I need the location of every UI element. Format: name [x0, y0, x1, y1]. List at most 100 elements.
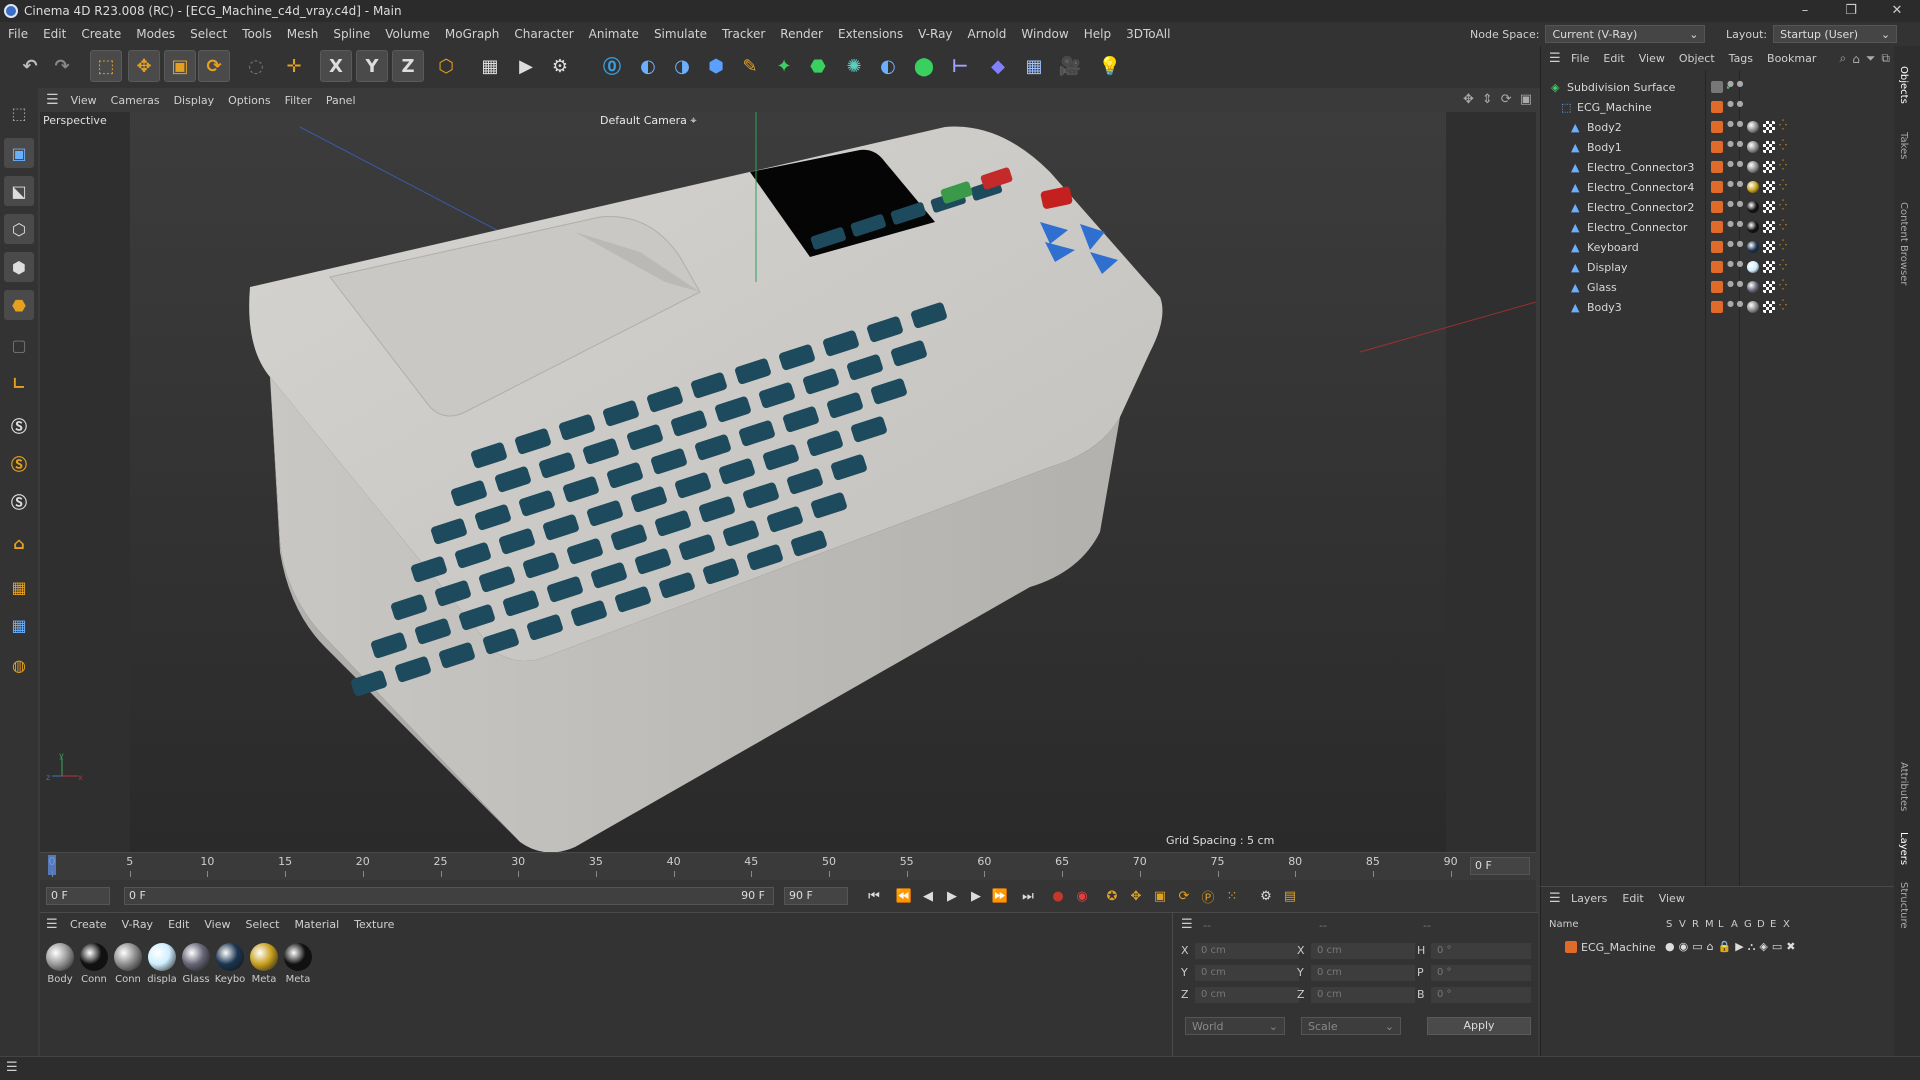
- viewport-menu-options[interactable]: Options: [228, 94, 270, 107]
- key-position-icon[interactable]: ✥: [1124, 885, 1148, 907]
- coord-size-field[interactable]: 0 cm: [1311, 965, 1415, 981]
- visibility-dots-icon[interactable]: ● ●: [1727, 100, 1744, 108]
- layer-row[interactable]: ECG_Machine ●◉▭⌂🔒▶⛬◈▭✖: [1541, 937, 1895, 957]
- uvw-tag-icon[interactable]: [1763, 161, 1775, 173]
- layer-color-tag[interactable]: [1711, 261, 1723, 273]
- coord-position-field[interactable]: 0 cm: [1195, 943, 1299, 959]
- visibility-dots-icon[interactable]: ● ●: [1727, 240, 1744, 248]
- visibility-dots-icon[interactable]: ● ●: [1727, 140, 1744, 148]
- menu-tracker[interactable]: Tracker: [722, 27, 765, 41]
- menu-v-ray[interactable]: V-Ray: [918, 27, 952, 41]
- object-row[interactable]: ▲ Electro_Connector ● ● ⁛: [1541, 218, 1895, 238]
- frame-range-slider[interactable]: 0 F 90 F: [124, 887, 774, 905]
- menu-help[interactable]: Help: [1084, 27, 1111, 41]
- layer-column-header[interactable]: G: [1744, 919, 1752, 930]
- object-row[interactable]: ▲ Electro_Connector4 ● ● ⁛: [1541, 178, 1895, 198]
- lock-workplane-icon[interactable]: ◍: [4, 650, 34, 680]
- z-axis-icon[interactable]: Z: [392, 50, 424, 82]
- layer-color-swatch[interactable]: [1565, 941, 1577, 953]
- range-end-field[interactable]: 90 F: [784, 887, 848, 905]
- points-mode-icon[interactable]: ⬡: [4, 214, 34, 244]
- menu-window[interactable]: Window: [1021, 27, 1068, 41]
- world-coordinates-icon[interactable]: ⬡: [430, 50, 462, 82]
- goto-start-icon[interactable]: ⏮: [862, 885, 886, 907]
- object-menu-bookmar[interactable]: Bookmar: [1767, 52, 1816, 65]
- home-icon[interactable]: ⌂: [1852, 52, 1860, 66]
- maximize-button[interactable]: ❐: [1828, 0, 1874, 22]
- object-row[interactable]: ▲ Electro_Connector2 ● ● ⁛: [1541, 198, 1895, 218]
- timeline-ruler[interactable]: 051015202530354045505560657075808590 0 F: [40, 852, 1536, 880]
- minimize-button[interactable]: –: [1782, 0, 1828, 22]
- menu-animate[interactable]: Animate: [589, 27, 639, 41]
- material-menu-texture[interactable]: Texture: [354, 918, 394, 931]
- scale-icon[interactable]: ▣: [164, 50, 196, 82]
- object-menu-tags[interactable]: Tags: [1729, 52, 1753, 65]
- hamburger-icon[interactable]: ☰: [6, 1060, 18, 1075]
- menu-volume[interactable]: Volume: [385, 27, 430, 41]
- menu-simulate[interactable]: Simulate: [654, 27, 707, 41]
- hamburger-icon[interactable]: ☰: [1549, 891, 1561, 906]
- search-icon[interactable]: ⌕: [1839, 51, 1846, 66]
- uvw-tag-icon[interactable]: [1763, 281, 1775, 293]
- spline-icon[interactable]: ⊢: [944, 50, 976, 82]
- y-axis-icon[interactable]: Y: [356, 50, 388, 82]
- menu-spline[interactable]: Spline: [333, 27, 370, 41]
- apply-button[interactable]: Apply: [1427, 1017, 1531, 1035]
- rotate-icon[interactable]: ⟳: [198, 50, 230, 82]
- layer-column-header[interactable]: Name: [1549, 919, 1579, 930]
- visibility-dots-icon[interactable]: ● ●: [1727, 300, 1744, 308]
- object-row[interactable]: ⬚ ECG_Machine ● ●: [1541, 98, 1895, 118]
- material-tag-icon[interactable]: [1747, 161, 1759, 173]
- object-row[interactable]: ▲ Keyboard ● ● ⁛: [1541, 238, 1895, 258]
- key-rotation-icon[interactable]: ⟳: [1172, 885, 1196, 907]
- material-tag-icon[interactable]: [1747, 221, 1759, 233]
- layer-column-header[interactable]: R: [1692, 919, 1699, 930]
- visibility-dots-icon[interactable]: ● ●: [1727, 180, 1744, 188]
- uvw-tag-icon[interactable]: [1763, 241, 1775, 253]
- layer-column-header[interactable]: X: [1783, 919, 1790, 930]
- phong-tag-icon[interactable]: ⁛: [1779, 200, 1787, 211]
- layer-column-header[interactable]: S: [1666, 919, 1672, 930]
- render-settings-icon[interactable]: ⚙: [544, 50, 576, 82]
- render-view-icon[interactable]: ▶: [510, 50, 542, 82]
- menu-edit[interactable]: Edit: [43, 27, 66, 41]
- layer-color-tag[interactable]: [1711, 221, 1723, 233]
- layer-column-header[interactable]: M: [1705, 919, 1714, 930]
- python2-icon[interactable]: ◑: [666, 50, 698, 82]
- side-tab-structure[interactable]: Structure: [1898, 882, 1909, 929]
- x-axis-icon[interactable]: X: [320, 50, 352, 82]
- scale-select[interactable]: Scale ⌄: [1301, 1017, 1401, 1035]
- keyframe-selection-icon[interactable]: ✪: [1100, 885, 1124, 907]
- field-icon[interactable]: ◆: [982, 50, 1014, 82]
- python3-icon[interactable]: ◐: [872, 50, 904, 82]
- visibility-dots-icon[interactable]: ● ●: [1727, 120, 1744, 128]
- menu-extensions[interactable]: Extensions: [838, 27, 903, 41]
- material-tag-icon[interactable]: [1747, 141, 1759, 153]
- material-menu-v-ray[interactable]: V-Ray: [122, 918, 154, 931]
- layer-column-header[interactable]: D: [1757, 919, 1765, 930]
- side-tab-attributes[interactable]: Attributes: [1898, 762, 1909, 811]
- phong-tag-icon[interactable]: ⁛: [1779, 220, 1787, 231]
- snap-icon[interactable]: Ⓢ: [4, 410, 34, 440]
- cloner-icon[interactable]: ✦: [768, 50, 800, 82]
- snap-settings-icon[interactable]: Ⓢ: [4, 448, 34, 478]
- visibility-dots-icon[interactable]: ● ●: [1727, 160, 1744, 168]
- menu-mograph[interactable]: MoGraph: [445, 27, 500, 41]
- layer-color-tag[interactable]: [1711, 121, 1723, 133]
- layer-color-tag[interactable]: [1711, 301, 1723, 313]
- edges-mode-icon[interactable]: ⬢: [4, 252, 34, 282]
- workplane-icon[interactable]: ▦: [4, 572, 34, 602]
- play-icon[interactable]: ▶: [940, 885, 964, 907]
- material-menu-create[interactable]: Create: [70, 918, 107, 931]
- phong-tag-icon[interactable]: ⁛: [1779, 120, 1787, 131]
- pan-icon[interactable]: ✥: [1463, 92, 1474, 107]
- coord-size-field[interactable]: 0 cm: [1311, 987, 1415, 1003]
- material-tag-icon[interactable]: [1747, 301, 1759, 313]
- material-swatch[interactable]: Conn: [112, 943, 144, 985]
- prev-frame-icon[interactable]: ◀: [916, 885, 940, 907]
- object-row[interactable]: ▲ Body2 ● ● ⁛: [1541, 118, 1895, 138]
- layer-column-header[interactable]: V: [1679, 919, 1686, 930]
- hamburger-icon[interactable]: ☰: [46, 917, 58, 932]
- coord-rotation-field[interactable]: 0 °: [1431, 965, 1531, 981]
- pen-icon[interactable]: ✎: [734, 50, 766, 82]
